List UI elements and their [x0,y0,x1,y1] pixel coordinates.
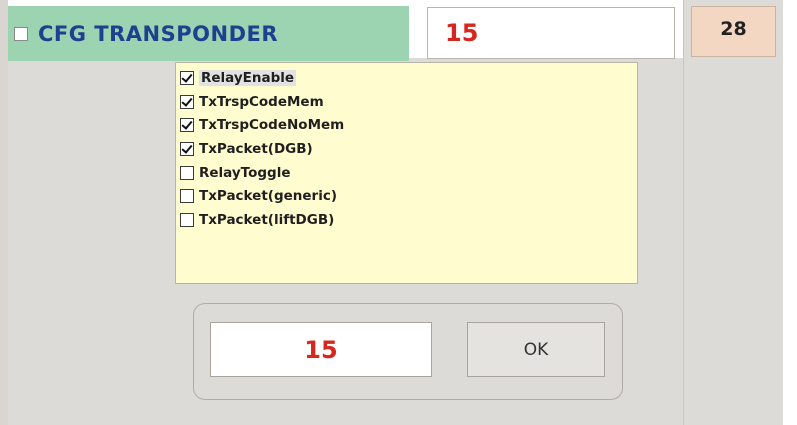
checkbox-6[interactable] [180,212,194,227]
checklist-item-label: TxPacket(DGB) [199,140,313,157]
checkbox-0[interactable] [180,70,194,85]
checkbox-3[interactable] [180,141,194,156]
checklist-item-label: TxPacket(liftDGB) [199,211,335,228]
bottom-value-field[interactable]: 15 [210,322,432,377]
checklist-item-label: RelayEnable [199,69,297,86]
right-value-box: 28 [691,6,776,57]
top-value-text: 15 [445,19,479,47]
right-edge [783,0,797,425]
checklist-item[interactable]: TxTrspCodeNoMem [180,113,637,137]
checklist-item[interactable]: TxPacket(liftDGB) [180,208,637,232]
checklist-item[interactable]: RelayToggle [180,161,637,185]
checkbox-1[interactable] [180,94,194,109]
checkbox-5[interactable] [180,189,194,204]
header-checkbox[interactable] [14,26,28,41]
ok-button[interactable]: OK [467,322,605,377]
bottom-value-text: 15 [304,335,338,364]
checkbox-4[interactable] [180,165,194,180]
checkbox-2[interactable] [180,118,194,133]
checklist-panel: RelayEnable TxTrspCodeMem TxTrspCodeNoMe… [175,62,638,284]
checklist-item[interactable]: RelayEnable [180,66,637,90]
header-title: CFG TRANSPONDER [38,21,279,46]
config-window: CFG TRANSPONDER 15 28 RelayEnable TxTrsp… [0,0,797,425]
checklist-item-label: RelayToggle [199,164,291,181]
checklist-item-label: TxPacket(generic) [199,188,337,205]
right-column [683,0,784,425]
checklist-item[interactable]: TxTrspCodeMem [180,90,637,114]
checklist-item-label: TxTrspCodeNoMem [199,117,345,134]
header-bar: CFG TRANSPONDER [8,6,409,61]
left-strip [0,0,8,425]
right-value-text: 28 [720,18,747,40]
checklist-item[interactable]: TxPacket(generic) [180,184,637,208]
checklist-item[interactable]: TxPacket(DGB) [180,137,637,161]
top-value-field[interactable]: 15 [427,7,675,59]
checklist-item-label: TxTrspCodeMem [199,93,324,110]
